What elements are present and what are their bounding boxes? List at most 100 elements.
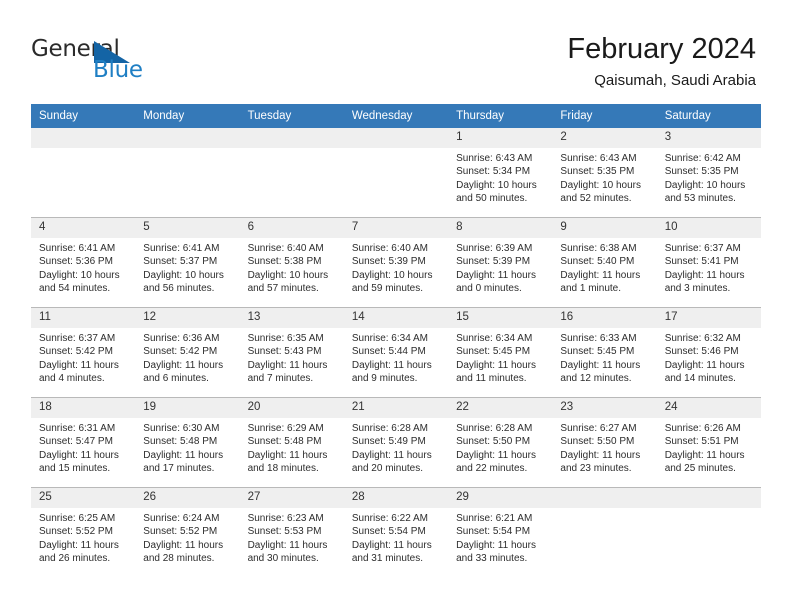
day-number: 26 [135, 488, 240, 508]
calendar-day-cell[interactable]: 20 Sunrise: 6:29 AM Sunset: 5:48 PM Dayligh… [239, 397, 344, 488]
calendar-day-cell[interactable]: 1 Sunrise: 6:43 AM Sunset: 5:34 PM Daylight… [448, 128, 553, 218]
calendar-day-cell[interactable]: 11 Sunrise: 6:37 AM Sunset: 5:42 PM Dayligh… [31, 307, 136, 398]
sunrise-text: Sunrise: 6:21 AM [456, 513, 533, 524]
daylight-text: Daylight: 11 hours and 4 minutes. [39, 359, 119, 385]
calendar-day-cell[interactable]: 25 Sunrise: 6:25 AM Sunset: 5:52 PM Dayligh… [31, 487, 136, 577]
calendar-day-cell[interactable]: 18 Sunrise: 6:31 AM Sunset: 5:47 PM Dayligh… [31, 397, 136, 488]
day-sun-info: Sunrise: 6:24 AM Sunset: 5:52 PM Daylight:… [135, 508, 239, 566]
sunrise-text: Sunrise: 6:32 AM [664, 333, 741, 344]
calendar-day-cell[interactable]: 3 Sunrise: 6:42 AM Sunset: 5:35 PM Daylight… [656, 128, 761, 218]
sunset-text: Sunset: 5:35 PM [664, 166, 739, 178]
sunrise-text: Sunrise: 6:25 AM [39, 513, 116, 524]
calendar-day-cell[interactable]: 2 Sunrise: 6:43 AM Sunset: 5:35 PM Daylight… [552, 128, 657, 218]
daylight-text: Daylight: 10 hours and 52 minutes. [560, 179, 642, 205]
day-cell-inner: 18 Sunrise: 6:31 AM Sunset: 5:47 PM Dayligh… [31, 398, 136, 487]
day-number: 7 [343, 218, 449, 238]
daylight-text: Daylight: 11 hours and 11 minutes. [456, 359, 536, 385]
day-cell-inner [31, 128, 136, 217]
day-cell-inner: 2 Sunrise: 6:43 AM Sunset: 5:35 PM Daylight… [552, 128, 657, 217]
day-cell-inner: 19 Sunrise: 6:30 AM Sunset: 5:48 PM Dayligh… [135, 398, 240, 487]
daylight-text: Daylight: 11 hours and 30 minutes. [247, 539, 328, 565]
calendar-day-cell[interactable]: 23 Sunrise: 6:27 AM Sunset: 5:50 PM Dayligh… [552, 397, 657, 488]
calendar-day-cell[interactable]: 26 Sunrise: 6:24 AM Sunset: 5:52 PM Dayligh… [135, 487, 240, 577]
day-sun-info: Sunrise: 6:21 AM Sunset: 5:54 PM Daylight:… [448, 508, 552, 566]
calendar-day-cell[interactable]: 21 Sunrise: 6:28 AM Sunset: 5:49 PM Dayligh… [343, 397, 449, 488]
sunset-text: Sunset: 5:53 PM [247, 526, 322, 538]
calendar-day-cell[interactable]: 4 Sunrise: 6:41 AM Sunset: 5:36 PM Daylight… [31, 217, 136, 308]
day-cell-inner: 7 Sunrise: 6:40 AM Sunset: 5:39 PM Daylight… [343, 218, 449, 307]
daylight-text: Daylight: 11 hours and 23 minutes. [560, 449, 641, 475]
calendar-day-cell[interactable]: 27 Sunrise: 6:23 AM Sunset: 5:53 PM Dayligh… [239, 487, 344, 577]
general-blue-logo[interactable]: General Blue [31, 36, 211, 92]
calendar-day-cell[interactable]: 13 Sunrise: 6:35 AM Sunset: 5:43 PM Dayligh… [239, 307, 344, 398]
calendar-day-cell[interactable]: 9 Sunrise: 6:38 AM Sunset: 5:40 PM Daylight… [552, 217, 657, 308]
calendar-day-cell[interactable]: 16 Sunrise: 6:33 AM Sunset: 5:45 PM Dayligh… [552, 307, 657, 398]
day-cell-inner: 23 Sunrise: 6:27 AM Sunset: 5:50 PM Dayligh… [552, 398, 657, 487]
calendar-week-row: 25 Sunrise: 6:25 AM Sunset: 5:52 PM Dayligh… [31, 487, 761, 577]
sunrise-text: Sunrise: 6:26 AM [664, 423, 741, 434]
calendar-day-cell[interactable]: 7 Sunrise: 6:40 AM Sunset: 5:39 PM Daylight… [343, 217, 449, 308]
calendar-day-cell[interactable]: 14 Sunrise: 6:34 AM Sunset: 5:44 PM Dayligh… [343, 307, 449, 398]
calendar-day-cell[interactable]: 29 Sunrise: 6:21 AM Sunset: 5:54 PM Dayligh… [448, 487, 553, 577]
sunset-text: Sunset: 5:54 PM [351, 526, 426, 538]
day-sun-info: Sunrise: 6:32 AM Sunset: 5:46 PM Daylight:… [657, 328, 761, 386]
day-sun-info: Sunrise: 6:43 AM Sunset: 5:35 PM Daylight:… [552, 148, 656, 206]
sunset-text: Sunset: 5:39 PM [456, 256, 531, 268]
day-sun-info: Sunrise: 6:34 AM Sunset: 5:44 PM Daylight:… [344, 328, 448, 386]
daylight-text: Daylight: 11 hours and 22 minutes. [456, 449, 536, 475]
sunset-text: Sunset: 5:48 PM [247, 436, 322, 448]
sunrise-text: Sunrise: 6:28 AM [456, 423, 533, 434]
sunrise-text: Sunrise: 6:43 AM [560, 153, 637, 164]
daylight-text: Daylight: 11 hours and 6 minutes. [143, 359, 224, 385]
calendar-day-cell[interactable]: 10 Sunrise: 6:37 AM Sunset: 5:41 PM Dayligh… [656, 217, 761, 308]
daylight-text: Daylight: 11 hours and 31 minutes. [351, 539, 432, 565]
calendar-body: 1 Sunrise: 6:43 AM Sunset: 5:34 PM Daylight… [31, 128, 761, 577]
sunrise-text: Sunrise: 6:23 AM [247, 513, 324, 524]
day-number [552, 488, 657, 508]
day-sun-info: Sunrise: 6:43 AM Sunset: 5:34 PM Daylight:… [448, 148, 552, 206]
day-cell-inner: 21 Sunrise: 6:28 AM Sunset: 5:49 PM Dayligh… [343, 398, 449, 487]
sunset-text: Sunset: 5:42 PM [143, 346, 218, 358]
sunset-text: Sunset: 5:41 PM [664, 256, 739, 268]
sunset-text: Sunset: 5:52 PM [39, 526, 113, 538]
day-number: 11 [31, 308, 136, 328]
day-cell-inner [135, 128, 240, 217]
daylight-text: Daylight: 11 hours and 17 minutes. [143, 449, 224, 475]
day-cell-inner: 4 Sunrise: 6:41 AM Sunset: 5:36 PM Daylight… [31, 218, 136, 307]
sunrise-text: Sunrise: 6:29 AM [247, 423, 324, 434]
calendar-day-cell[interactable]: 5 Sunrise: 6:41 AM Sunset: 5:37 PM Daylight… [135, 217, 240, 308]
sunrise-text: Sunrise: 6:43 AM [456, 153, 533, 164]
calendar-day-cell[interactable]: 8 Sunrise: 6:39 AM Sunset: 5:39 PM Daylight… [448, 217, 553, 308]
sunrise-sunset-calendar: Sunday Monday Tuesday Wednesday Thursday… [31, 104, 761, 577]
day-cell-inner [343, 128, 449, 217]
calendar-day-cell[interactable]: 24 Sunrise: 6:26 AM Sunset: 5:51 PM Dayligh… [656, 397, 761, 488]
sunset-text: Sunset: 5:52 PM [143, 526, 218, 538]
weekday-header-friday: Friday [552, 104, 657, 128]
calendar-day-cell[interactable]: 22 Sunrise: 6:28 AM Sunset: 5:50 PM Dayligh… [448, 397, 553, 488]
day-sun-info: Sunrise: 6:28 AM Sunset: 5:49 PM Daylight:… [344, 418, 448, 476]
calendar-day-cell[interactable]: 17 Sunrise: 6:32 AM Sunset: 5:46 PM Dayligh… [656, 307, 761, 398]
calendar-day-cell[interactable]: 19 Sunrise: 6:30 AM Sunset: 5:48 PM Dayligh… [135, 397, 240, 488]
sunset-text: Sunset: 5:48 PM [143, 436, 218, 448]
day-cell-inner: 16 Sunrise: 6:33 AM Sunset: 5:45 PM Dayligh… [552, 308, 657, 397]
page-subtitle: Qaisumah, Saudi Arabia [594, 72, 756, 89]
day-number [31, 128, 136, 148]
calendar-day-cell[interactable]: 15 Sunrise: 6:34 AM Sunset: 5:45 PM Dayligh… [448, 307, 553, 398]
calendar-day-cell-empty [31, 128, 136, 218]
sunset-text: Sunset: 5:45 PM [456, 346, 531, 358]
sunset-text: Sunset: 5:43 PM [247, 346, 322, 358]
day-sun-info: Sunrise: 6:31 AM Sunset: 5:47 PM Daylight:… [31, 418, 135, 476]
day-number: 10 [656, 218, 761, 238]
daylight-text: Daylight: 11 hours and 14 minutes. [664, 359, 745, 385]
day-number: 24 [656, 398, 761, 418]
sunrise-text: Sunrise: 6:42 AM [664, 153, 741, 164]
weekday-header-tuesday: Tuesday [239, 104, 344, 128]
calendar-week-row: 11 Sunrise: 6:37 AM Sunset: 5:42 PM Dayligh… [31, 307, 761, 398]
calendar-day-cell[interactable]: 28 Sunrise: 6:22 AM Sunset: 5:54 PM Dayligh… [343, 487, 449, 577]
sunset-text: Sunset: 5:47 PM [39, 436, 113, 448]
calendar-day-cell[interactable]: 12 Sunrise: 6:36 AM Sunset: 5:42 PM Dayligh… [135, 307, 240, 398]
calendar-day-cell[interactable]: 6 Sunrise: 6:40 AM Sunset: 5:38 PM Daylight… [239, 217, 344, 308]
day-sun-info: Sunrise: 6:34 AM Sunset: 5:45 PM Daylight:… [448, 328, 552, 386]
day-cell-inner: 3 Sunrise: 6:42 AM Sunset: 5:35 PM Daylight… [656, 128, 761, 217]
sunrise-text: Sunrise: 6:40 AM [247, 243, 324, 254]
